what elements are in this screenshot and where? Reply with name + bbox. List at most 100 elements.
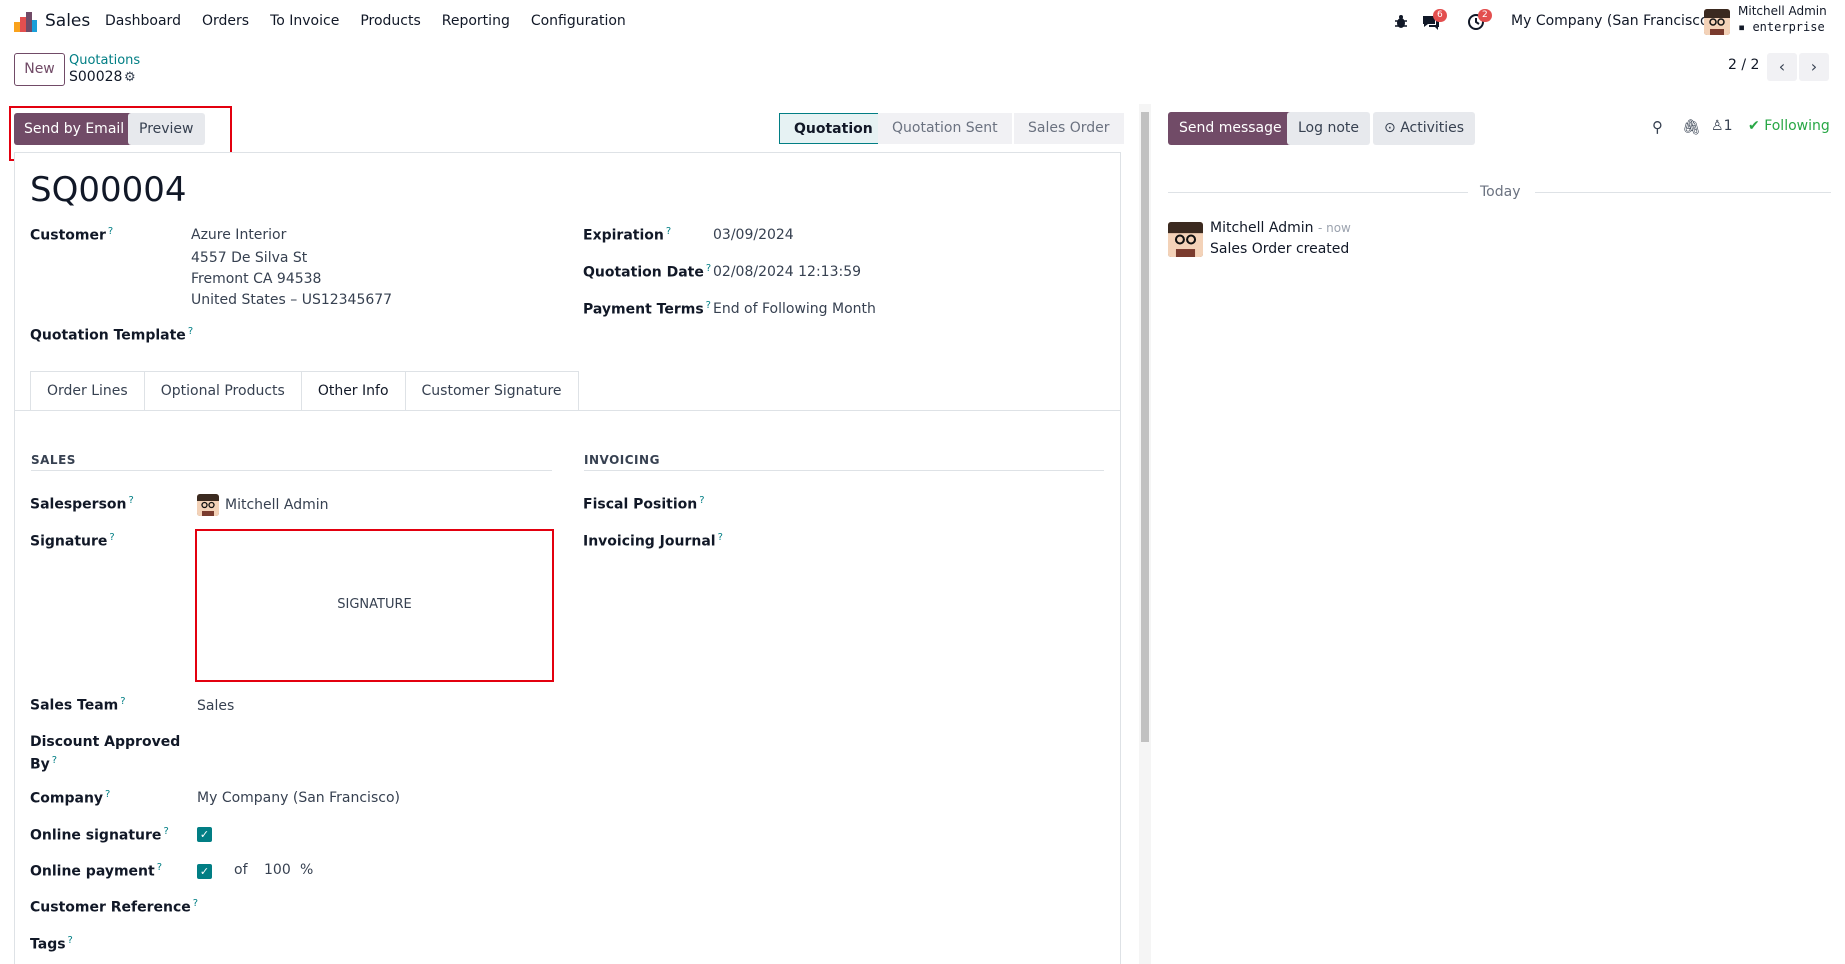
stage-sales-order[interactable]: Sales Order [1014,113,1124,144]
help-icon[interactable]: ? [129,495,134,506]
quotation-date-value[interactable]: 02/08/2024 12:13:59 [713,264,861,280]
search-icon[interactable]: ⚲ [1652,118,1663,136]
online-payment-checkbox[interactable]: ✓ [197,864,212,879]
message-author-avatar[interactable] [1168,222,1203,257]
help-icon[interactable]: ? [718,532,723,543]
salesperson-label-text: Salesperson [30,496,127,513]
salesperson-avatar [197,494,219,516]
menu-to-invoice[interactable]: To Invoice [270,13,339,29]
sales-app-icon[interactable] [14,12,38,32]
template-label-text: Quotation Template [30,327,186,344]
help-icon[interactable]: ? [108,226,113,237]
help-icon[interactable]: ? [105,789,110,800]
help-icon[interactable]: ? [163,826,168,837]
company-switcher[interactable]: My Company (San Francisco) [1511,13,1714,29]
tab-customer-signature[interactable]: Customer Signature [404,371,579,411]
check-icon: ✔ [1748,118,1765,134]
online-payment-percent-input[interactable]: 100 [264,862,291,878]
followers-button[interactable]: ♙1 [1711,118,1732,134]
payment-terms-label-text: Payment Terms [583,301,704,318]
online-payment-label-text: Online payment [30,863,155,880]
online-signature-label-text: Online signature [30,827,162,844]
customer-reference-label-text: Customer Reference [30,899,191,916]
online-payment-label: Online payment? [30,862,162,880]
sales-team-label: Sales Team? [30,696,126,714]
help-icon[interactable]: ? [706,263,711,274]
help-icon[interactable]: ? [188,326,193,337]
tab-other-info[interactable]: Other Info [300,371,405,411]
customer-name[interactable]: Azure Interior [191,227,286,243]
user-name[interactable]: Mitchell Admin [1738,4,1827,18]
gear-icon[interactable]: ⚙ [124,70,136,85]
sales-team-value[interactable]: Sales [197,698,234,714]
user-avatar[interactable] [1704,9,1730,35]
fiscal-position-label-text: Fiscal Position [583,496,698,513]
salesperson-label: Salesperson? [30,495,134,513]
menu-reporting[interactable]: Reporting [442,13,510,29]
help-icon[interactable]: ? [666,226,671,237]
debug-bug-icon[interactable] [1391,12,1411,32]
activities-button[interactable]: ⊙ Activities [1373,112,1476,145]
tab-optional-products[interactable]: Optional Products [143,371,301,411]
app-name[interactable]: Sales [45,11,90,31]
menu-dashboard[interactable]: Dashboard [105,13,181,29]
send-message-button[interactable]: Send message [1168,112,1293,145]
pager-previous-icon[interactable]: ‹ [1767,53,1797,81]
pager-value[interactable]: 2 / 2 [1728,57,1759,73]
database-name: ▪ enterprise [1738,20,1825,34]
customer-street: 4557 De Silva St [191,250,308,266]
activities-clock-icon[interactable]: 2 [1466,9,1492,32]
payment-terms-label: Payment Terms? [583,300,711,318]
user-icon: ♙ [1711,118,1724,134]
company-value[interactable]: My Company (San Francisco) [197,790,400,806]
help-icon[interactable]: ? [193,898,198,909]
today-divider-right [1535,192,1831,193]
help-icon[interactable]: ? [109,532,114,543]
messages-icon[interactable]: 6 [1421,9,1447,32]
help-icon[interactable]: ? [706,300,711,311]
salesperson-value[interactable]: Mitchell Admin [225,497,329,513]
invoicing-section-title: INVOICING [584,453,660,467]
following-button[interactable]: ✔ Following [1748,118,1830,134]
help-icon[interactable]: ? [52,755,57,766]
stage-quotation[interactable]: Quotation [779,113,888,144]
menu-products[interactable]: Products [360,13,420,29]
expiration-label-text: Expiration [583,227,664,244]
tabs-divider [14,410,1120,411]
top-navbar: Sales Dashboard Orders To Invoice Produc… [0,0,1845,44]
message-author[interactable]: Mitchell Admin - now [1210,220,1351,236]
quotation-date-label: Quotation Date? [583,263,711,281]
online-signature-checkbox[interactable]: ✓ [197,827,212,842]
tab-order-lines[interactable]: Order Lines [30,371,144,411]
expiration-label: Expiration? [583,226,671,244]
pager-next-icon[interactable]: › [1799,53,1829,81]
notebook-tabs: Order Lines Optional Products Other Info… [30,371,579,411]
menu-orders[interactable]: Orders [202,13,249,29]
help-icon[interactable]: ? [68,935,73,946]
signature-field[interactable]: SIGNATURE [195,529,554,682]
customer-country: United States – US12345677 [191,292,393,308]
paperclip-icon[interactable]: 🖇 [1682,118,1701,136]
stage-quotation-sent[interactable]: Quotation Sent [878,113,1012,144]
customer-label-text: Customer [30,227,106,244]
record-title[interactable]: SQ00004 [30,170,187,210]
help-icon[interactable]: ? [120,696,125,707]
breadcrumb-quotations[interactable]: Quotations [69,53,140,68]
followers-count: 1 [1723,118,1733,134]
form-scrollbar-thumb[interactable] [1141,112,1149,742]
help-icon[interactable]: ? [157,862,162,873]
help-icon[interactable]: ? [699,495,704,506]
payment-terms-value[interactable]: End of Following Month [713,301,876,317]
log-note-button[interactable]: Log note [1287,112,1370,145]
messages-badge: 6 [1433,9,1447,22]
breadcrumb-current: S00028 [69,69,123,85]
signature-label-text: Signature [30,533,108,550]
expiration-value[interactable]: 03/09/2024 [713,227,794,243]
new-button[interactable]: New [14,53,65,86]
signature-placeholder: SIGNATURE [337,597,412,612]
menu-configuration[interactable]: Configuration [531,13,626,29]
invoicing-journal-label: Invoicing Journal? [583,532,723,550]
clock-icon: ⊙ [1384,120,1401,136]
online-payment-of: of [234,862,248,878]
activities-badge: 2 [1478,9,1492,22]
